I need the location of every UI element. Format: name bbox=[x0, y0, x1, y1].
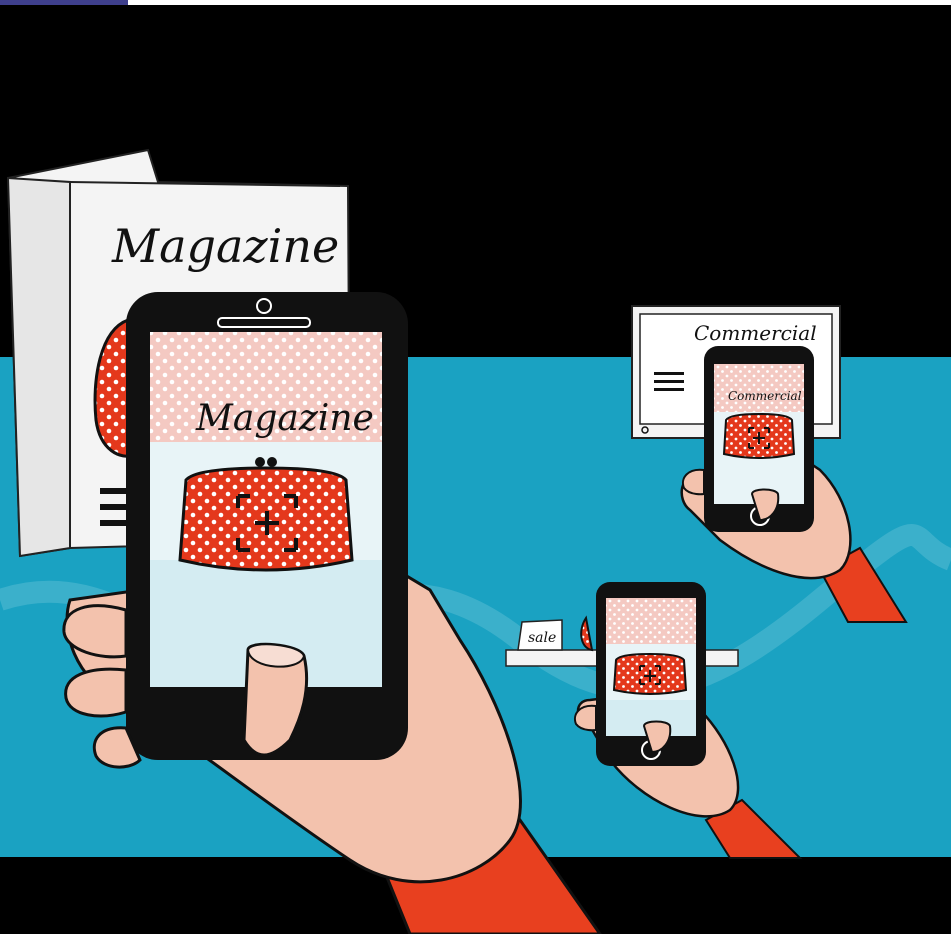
tv-menu-lines-icon bbox=[654, 372, 684, 391]
menu-lines-icon bbox=[100, 488, 130, 526]
illustration: Magazine Magazine Commercial Commercial … bbox=[0, 0, 951, 934]
tv-title: Commercial bbox=[694, 321, 817, 345]
sale-tag: sale bbox=[528, 630, 556, 646]
phone-screen-title: Magazine bbox=[195, 398, 374, 439]
magazine-title: Magazine bbox=[111, 219, 339, 273]
top-left-tab bbox=[0, 0, 128, 5]
tv-phone-title: Commercial bbox=[728, 389, 802, 403]
screen-purse bbox=[178, 457, 354, 572]
top-bar-strip bbox=[128, 0, 951, 5]
